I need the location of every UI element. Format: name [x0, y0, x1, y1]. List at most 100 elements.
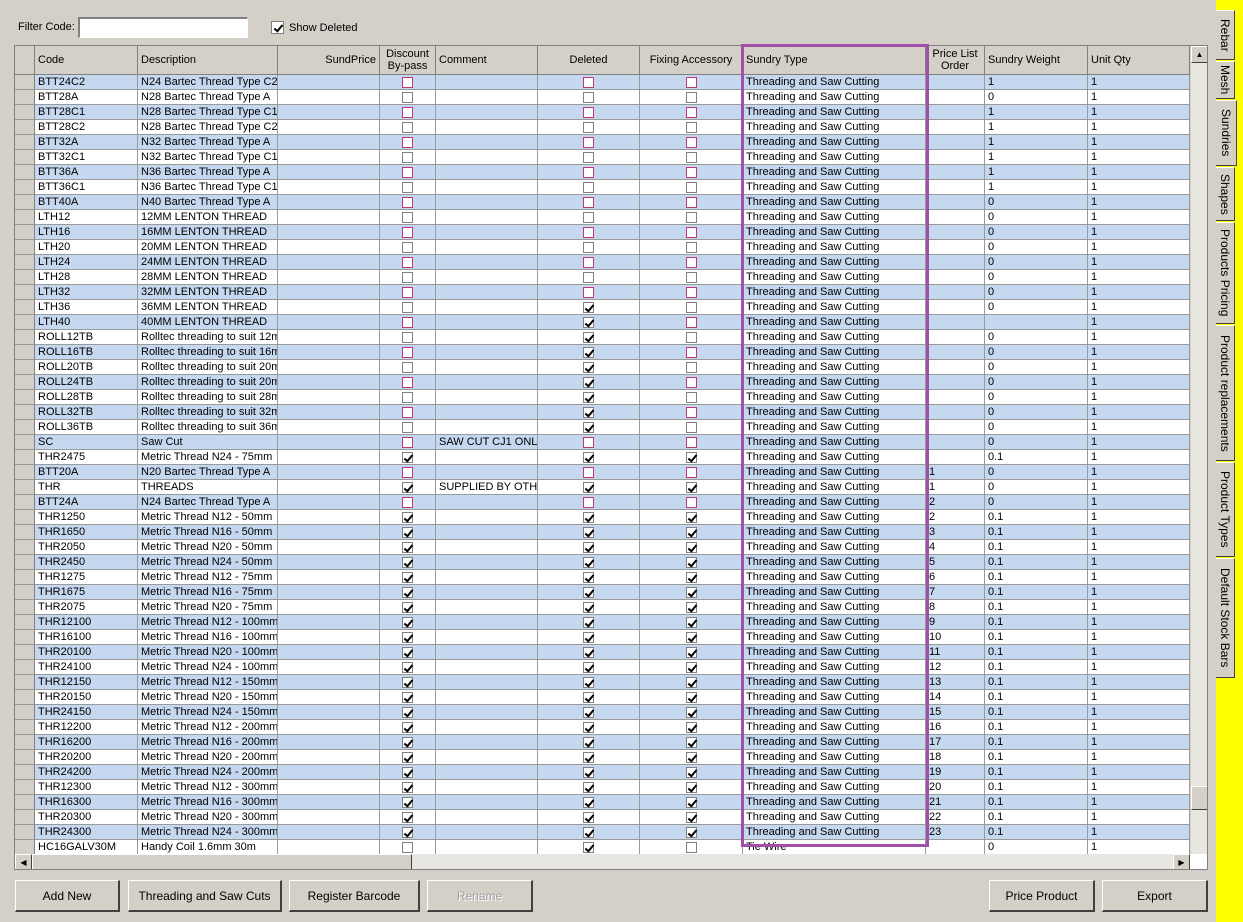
- cell-deleted[interactable]: [538, 570, 640, 585]
- cell-bypass[interactable]: [380, 750, 436, 765]
- cell-bypass[interactable]: [380, 120, 436, 135]
- cell-unit-qty[interactable]: 1: [1088, 615, 1190, 630]
- cell-sundry-type[interactable]: Threading and Saw Cutting: [743, 600, 926, 615]
- cell-code[interactable]: THR24300: [35, 825, 138, 840]
- cell-bypass[interactable]: [380, 810, 436, 825]
- cell-indicator[interactable]: [15, 690, 35, 705]
- cell-unit-qty[interactable]: 1: [1088, 735, 1190, 750]
- cell-code[interactable]: ROLL36TB: [35, 420, 138, 435]
- cell-unit-qty[interactable]: 1: [1088, 495, 1190, 510]
- cell-bypass[interactable]: [380, 315, 436, 330]
- column-header-bypass[interactable]: Discount By-pass: [380, 46, 436, 75]
- table-row[interactable]: THR2075 Metric Thread N20 - 75mm Threading…: [15, 600, 1190, 615]
- fixing-checkbox[interactable]: [685, 616, 697, 628]
- cell-description[interactable]: N28 Bartec Thread Type A: [138, 90, 278, 105]
- cell-price-order[interactable]: 23: [926, 825, 985, 840]
- threading-saw-cuts-button[interactable]: Threading and Saw Cuts: [128, 880, 282, 912]
- cell-bypass[interactable]: [380, 105, 436, 120]
- cell-bypass[interactable]: [380, 480, 436, 495]
- table-row[interactable]: THR20300 Metric Thread N20 - 300mm Threadi…: [15, 810, 1190, 825]
- cell-sundprice[interactable]: [278, 90, 380, 105]
- cell-code[interactable]: LTH28: [35, 270, 138, 285]
- cell-indicator[interactable]: [15, 810, 35, 825]
- cell-weight[interactable]: 1: [985, 150, 1088, 165]
- bypass-checkbox[interactable]: [402, 136, 413, 148]
- fixing-checkbox[interactable]: [685, 241, 697, 253]
- cell-sundry-type[interactable]: Threading and Saw Cutting: [743, 240, 926, 255]
- deleted-checkbox[interactable]: [583, 181, 594, 193]
- cell-indicator[interactable]: [15, 165, 35, 180]
- table-row[interactable]: HC16GALV30M Handy Coil 1.6mm 30m Tie Wire 0…: [15, 840, 1190, 855]
- deleted-checkbox[interactable]: [583, 151, 594, 163]
- cell-weight[interactable]: 0: [985, 195, 1088, 210]
- bypass-checkbox[interactable]: [402, 541, 413, 553]
- deleted-checkbox[interactable]: [583, 76, 594, 88]
- cell-unit-qty[interactable]: 1: [1088, 120, 1190, 135]
- cell-description[interactable]: N24 Bartec Thread Type C2: [138, 75, 278, 90]
- cell-deleted[interactable]: [538, 720, 640, 735]
- cell-deleted[interactable]: [538, 375, 640, 390]
- cell-description[interactable]: Rolltec threading to suit 20m: [138, 375, 278, 390]
- cell-weight[interactable]: 0.1: [985, 600, 1088, 615]
- cell-fixing[interactable]: [640, 270, 743, 285]
- table-row[interactable]: THR12100 Metric Thread N12 - 100mm Threadi…: [15, 615, 1190, 630]
- tab-product-replacements[interactable]: Product replacements: [1216, 325, 1235, 461]
- fixing-checkbox[interactable]: [685, 466, 697, 478]
- cell-weight[interactable]: 1: [985, 180, 1088, 195]
- cell-fixing[interactable]: [640, 300, 743, 315]
- cell-code[interactable]: THR1275: [35, 570, 138, 585]
- cell-weight[interactable]: 0.1: [985, 720, 1088, 735]
- cell-weight[interactable]: 0: [985, 300, 1088, 315]
- cell-comment[interactable]: [436, 465, 538, 480]
- cell-comment[interactable]: [436, 450, 538, 465]
- cell-deleted[interactable]: [538, 525, 640, 540]
- cell-weight[interactable]: 0.1: [985, 540, 1088, 555]
- fixing-checkbox[interactable]: [685, 121, 697, 133]
- cell-description[interactable]: N28 Bartec Thread Type C1: [138, 105, 278, 120]
- cell-description[interactable]: Handy Coil 1.6mm 30m: [138, 840, 278, 855]
- cell-unit-qty[interactable]: 1: [1088, 720, 1190, 735]
- cell-weight[interactable]: 0.1: [985, 750, 1088, 765]
- cell-fixing[interactable]: [640, 795, 743, 810]
- cell-description[interactable]: Metric Thread N20 - 150mm: [138, 690, 278, 705]
- table-row[interactable]: SC Saw Cut SAW CUT CJ1 ONL' Threading and S…: [15, 435, 1190, 450]
- cell-price-order[interactable]: 2: [926, 495, 985, 510]
- cell-price-order[interactable]: [926, 330, 985, 345]
- cell-comment[interactable]: [436, 795, 538, 810]
- table-row[interactable]: BTT28A N28 Bartec Thread Type A Threading …: [15, 90, 1190, 105]
- fixing-checkbox[interactable]: [685, 436, 697, 448]
- cell-deleted[interactable]: [538, 240, 640, 255]
- cell-unit-qty[interactable]: 1: [1088, 105, 1190, 120]
- cell-fixing[interactable]: [640, 540, 743, 555]
- cell-code[interactable]: THR1250: [35, 510, 138, 525]
- cell-sundprice[interactable]: [278, 675, 380, 690]
- bypass-checkbox[interactable]: [402, 181, 413, 193]
- cell-indicator[interactable]: [15, 135, 35, 150]
- cell-bypass[interactable]: [380, 195, 436, 210]
- cell-weight[interactable]: 0.1: [985, 645, 1088, 660]
- cell-unit-qty[interactable]: 1: [1088, 750, 1190, 765]
- column-header-sundry-type[interactable]: Sundry Type: [743, 46, 926, 75]
- cell-sundry-type[interactable]: Threading and Saw Cutting: [743, 210, 926, 225]
- cell-sundprice[interactable]: [278, 540, 380, 555]
- cell-deleted[interactable]: [538, 435, 640, 450]
- cell-description[interactable]: 28MM LENTON THREAD: [138, 270, 278, 285]
- cell-bypass[interactable]: [380, 795, 436, 810]
- cell-unit-qty[interactable]: 1: [1088, 585, 1190, 600]
- cell-sundprice[interactable]: [278, 615, 380, 630]
- deleted-checkbox[interactable]: [583, 721, 594, 733]
- cell-sundprice[interactable]: [278, 195, 380, 210]
- cell-comment[interactable]: [436, 390, 538, 405]
- cell-price-order[interactable]: 3: [926, 525, 985, 540]
- fixing-checkbox[interactable]: [685, 181, 697, 193]
- cell-price-order[interactable]: 12: [926, 660, 985, 675]
- cell-unit-qty[interactable]: 1: [1088, 630, 1190, 645]
- cell-sundprice[interactable]: [278, 795, 380, 810]
- cell-indicator[interactable]: [15, 525, 35, 540]
- cell-sundprice[interactable]: [278, 585, 380, 600]
- bypass-checkbox[interactable]: [402, 706, 413, 718]
- table-row[interactable]: LTH20 20MM LENTON THREAD Threading and Saw…: [15, 240, 1190, 255]
- cell-code[interactable]: THR16100: [35, 630, 138, 645]
- cell-sundprice[interactable]: [278, 150, 380, 165]
- cell-code[interactable]: LTH32: [35, 285, 138, 300]
